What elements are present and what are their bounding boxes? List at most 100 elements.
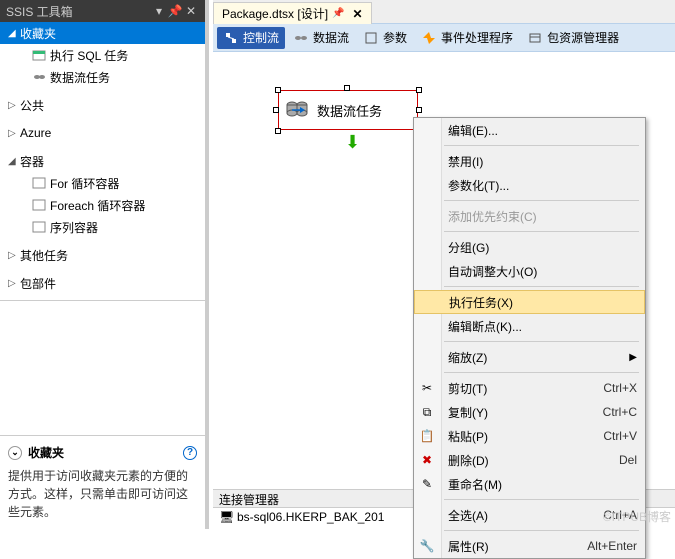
menu-item-label: 缩放(Z) xyxy=(448,349,487,366)
menu-item-autosize[interactable]: 自动调整大小(O) xyxy=(414,259,645,283)
toolbox-tree: ◢ 收藏夹 执行 SQL 任务 数据流任务 ▷ 公共 ▷ Azure ◢ 容器 … xyxy=(0,22,205,301)
menu-item-label: 复制(Y) xyxy=(448,404,488,421)
tree-group-common[interactable]: ▷ 公共 xyxy=(0,94,205,116)
menu-item-paste[interactable]: 📋 粘贴(P) Ctrl+V xyxy=(414,424,645,448)
tree-group-other-tasks[interactable]: ▷ 其他任务 xyxy=(0,244,205,266)
sql-task-icon xyxy=(32,48,50,62)
tree-item-exec-sql[interactable]: 执行 SQL 任务 xyxy=(0,44,205,66)
menu-item-label: 属性(R) xyxy=(448,538,489,555)
close-icon[interactable]: ✕ xyxy=(353,7,363,21)
menu-separator xyxy=(444,499,639,500)
event-handlers-icon xyxy=(421,30,437,46)
menu-item-label: 剪切(T) xyxy=(448,380,487,397)
menu-item-disable[interactable]: 禁用(I) xyxy=(414,149,645,173)
panel-pin-icon[interactable]: 📌 xyxy=(167,4,183,18)
context-menu: 编辑(E)... 禁用(I) 参数化(T)... 添加优先约束(C) 分组(G) 自动调整… xyxy=(413,117,646,559)
menu-separator xyxy=(444,530,639,531)
help-icon[interactable]: ? xyxy=(183,446,197,460)
collapse-icon[interactable]: ⌄ xyxy=(8,446,22,460)
fav-description: 提供用于访问收藏夹元素的方便的方式。这样，只需单击即可访问这些元素。 xyxy=(8,467,197,521)
tab-package[interactable]: Package.dtsx [设计] 📌 ✕ xyxy=(213,2,372,24)
menu-item-label: 删除(D) xyxy=(448,452,489,469)
tree-item-foreach-loop[interactable]: Foreach 循环容器 xyxy=(0,194,205,216)
menu-item-edit-breakpoint[interactable]: 编辑断点(K)... xyxy=(414,314,645,338)
fav-title: 收藏夹 xyxy=(28,444,64,461)
tab-control-flow[interactable]: 控制流 xyxy=(217,27,285,49)
chevron-down-icon: ◢ xyxy=(8,156,20,167)
dataflow-task-box[interactable]: 数据流任务 xyxy=(278,90,418,130)
data-flow-icon xyxy=(293,30,309,46)
menu-shortcut: Ctrl+X xyxy=(603,381,637,395)
menu-item-label: 全选(A) xyxy=(448,507,488,524)
delete-icon: ✖ xyxy=(419,453,435,467)
tree-group-containers[interactable]: ◢ 容器 xyxy=(0,150,205,172)
selection-handle[interactable] xyxy=(416,87,422,93)
copy-icon: ⧉ xyxy=(419,405,435,420)
tree-item-dataflow[interactable]: 数据流任务 xyxy=(0,66,205,88)
menu-item-execute-task[interactable]: 执行任务(X) xyxy=(414,290,645,314)
rename-icon: ✎ xyxy=(419,477,435,491)
submenu-arrow-icon: ▶ xyxy=(629,352,637,363)
menu-item-copy[interactable]: ⧉ 复制(Y) Ctrl+C xyxy=(414,400,645,424)
menu-separator xyxy=(444,200,639,201)
toolbox-panel: SSIS 工具箱 ▾ 📌 ✕ ◢ 收藏夹 执行 SQL 任务 数据流任务 ▷ 公… xyxy=(0,0,209,529)
menu-separator xyxy=(444,341,639,342)
menu-shortcut: Ctrl+C xyxy=(603,405,637,419)
menu-separator xyxy=(444,145,639,146)
menu-item-zoom[interactable]: 缩放(Z) ▶ xyxy=(414,345,645,369)
menu-item-label: 编辑断点(K)... xyxy=(448,318,522,335)
menu-item-label: 重命名(M) xyxy=(448,476,502,493)
panel-close-icon[interactable]: ✕ xyxy=(183,4,199,18)
selection-handle[interactable] xyxy=(344,85,350,91)
menu-item-delete[interactable]: ✖ 删除(D) Del xyxy=(414,448,645,472)
watermark: ©ITPUB博客 xyxy=(603,508,671,525)
chevron-down-icon: ◢ xyxy=(8,28,20,39)
selection-handle[interactable] xyxy=(275,128,281,134)
menu-item-label: 添加优先约束(C) xyxy=(448,208,537,225)
paste-icon: 📋 xyxy=(419,429,435,443)
menu-item-parameterize[interactable]: 参数化(T)... xyxy=(414,173,645,197)
menu-item-properties[interactable]: 🔧 属性(R) Alt+Enter xyxy=(414,534,645,558)
selection-handle[interactable] xyxy=(416,107,422,113)
foreach-loop-icon xyxy=(32,198,50,212)
task-label: 数据流任务 xyxy=(317,101,382,120)
menu-shortcut: Alt+Enter xyxy=(587,539,637,553)
menu-item-rename[interactable]: ✎ 重命名(M) xyxy=(414,472,645,496)
tab-package-explorer[interactable]: 包资源管理器 xyxy=(521,27,625,49)
tab-event-handlers[interactable]: 事件处理程序 xyxy=(415,27,519,49)
props-icon: 🔧 xyxy=(419,539,435,553)
tree-item-sequence[interactable]: 序列容器 xyxy=(0,216,205,238)
menu-item-label: 禁用(I) xyxy=(448,153,483,170)
parameters-icon xyxy=(363,30,379,46)
for-loop-icon xyxy=(32,176,50,190)
tree-favorites[interactable]: ◢ 收藏夹 xyxy=(0,22,205,44)
menu-item-label: 自动调整大小(O) xyxy=(448,263,537,280)
menu-item-group[interactable]: 分组(G) xyxy=(414,235,645,259)
menu-item-edit[interactable]: 编辑(E)... xyxy=(414,118,645,142)
connection-icon: 🖥 xyxy=(219,510,233,524)
sequence-icon xyxy=(32,220,50,234)
panel-dropdown-icon[interactable]: ▾ xyxy=(151,4,167,18)
tree-group-azure[interactable]: ▷ Azure xyxy=(0,122,205,144)
menu-separator xyxy=(444,286,639,287)
menu-item-label: 参数化(T)... xyxy=(448,177,509,194)
document-tabs: Package.dtsx [设计] 📌 ✕ xyxy=(213,0,675,24)
menu-item-label: 分组(G) xyxy=(448,239,489,256)
precedence-arrow-icon[interactable]: ⬇ xyxy=(345,132,360,153)
menu-shortcut: Del xyxy=(619,453,637,467)
selection-handle[interactable] xyxy=(273,107,279,113)
menu-item-cut[interactable]: ✂剪切(T)Ctrl+X xyxy=(414,376,645,400)
favorites-info: ⌄ 收藏夹 ? 提供用于访问收藏夹元素的方便的方式。这样，只需单击即可访问这些元… xyxy=(0,435,205,529)
tab-parameters[interactable]: 参数 xyxy=(357,27,413,49)
tree-group-packages[interactable]: ▷ 包部件 xyxy=(0,272,205,294)
tree-item-for-loop[interactable]: For 循环容器 xyxy=(0,172,205,194)
pin-icon[interactable]: 📌 xyxy=(332,8,344,19)
chevron-right-icon: ▷ xyxy=(8,128,20,139)
control-flow-icon xyxy=(223,30,239,46)
package-explorer-icon xyxy=(527,30,543,46)
menu-item-label: 粘贴(P) xyxy=(448,428,488,445)
menu-item-label: 执行任务(X) xyxy=(449,294,513,311)
menu-shortcut: Ctrl+V xyxy=(603,429,637,443)
tab-data-flow[interactable]: 数据流 xyxy=(287,27,355,49)
selection-handle[interactable] xyxy=(275,87,281,93)
